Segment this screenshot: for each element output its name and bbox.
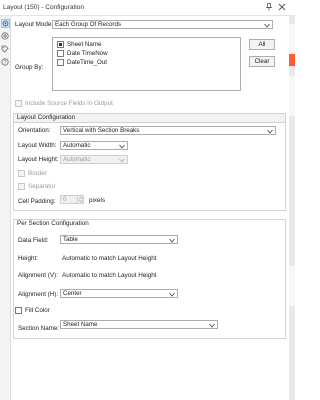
data-field-value: Table	[63, 236, 78, 243]
stepper-arrows-icon	[78, 196, 84, 203]
layout-width-value: Automatic	[63, 142, 91, 149]
side-toolbar: ?	[0, 16, 11, 400]
group-by-item[interactable]: Date TimeNow	[67, 50, 108, 57]
pin-icon[interactable]	[265, 3, 273, 11]
dropdown-caret-icon	[264, 23, 270, 28]
layout-width-label: Layout Width:	[18, 142, 57, 149]
group-by-checkbox[interactable]	[57, 50, 64, 57]
data-field-label: Data Field:	[18, 237, 49, 244]
include-source-label: Include Source Fields in Output	[25, 100, 113, 107]
layout-height-label: Layout Height:	[18, 156, 59, 163]
separator-label: Separator	[28, 183, 56, 190]
clear-button[interactable]: Clear	[249, 56, 275, 67]
canvas-edge-segment	[289, 76, 295, 116]
orientation-value: Vertical with Section Breaks	[63, 127, 140, 134]
group-by-checkbox[interactable]	[57, 59, 64, 66]
title-bar: Layout (150) - Configuration	[0, 0, 295, 16]
include-source-checkbox[interactable]	[15, 100, 22, 107]
cell-padding-unit: pixels	[89, 197, 106, 204]
canvas-edge-segment	[289, 24, 295, 54]
alignment-v-label: Alignment (V):	[18, 272, 58, 279]
stepper-arrows[interactable]	[77, 196, 84, 203]
section-name-dropdown[interactable]: Sheet Name	[60, 320, 218, 329]
height-value: Automatic to match Layout Height	[62, 255, 157, 262]
alignment-h-value: Center	[63, 290, 82, 297]
group-by-label: Group By:	[15, 64, 44, 71]
window-title: Layout (150) - Configuration	[3, 4, 84, 11]
per-section-config-header: Per Section Configuration	[14, 220, 285, 229]
dropdown-caret-icon	[209, 323, 215, 328]
separator-checkbox[interactable]	[18, 183, 25, 190]
fill-color-checkbox[interactable]	[15, 307, 22, 314]
dropdown-caret-icon	[119, 144, 125, 149]
help-icon[interactable]: ?	[1, 58, 10, 67]
canvas-edge-segment	[289, 266, 295, 306]
height-label: Height:	[18, 255, 38, 262]
fill-color-label: Fill Color	[25, 307, 50, 314]
wrench-icon[interactable]	[1, 32, 10, 41]
dropdown-caret-icon	[169, 238, 175, 243]
section-name-label: Section Name:	[18, 325, 60, 332]
orientation-label: Orientation:	[18, 127, 51, 134]
border-label: Border	[28, 170, 47, 177]
dropdown-caret-icon	[267, 129, 273, 134]
group-by-item[interactable]: Sheet Name	[67, 41, 101, 48]
close-icon[interactable]	[278, 3, 286, 11]
group-by-list: Sheet Name Date TimeNow DateTime_Out	[52, 37, 241, 91]
layout-height-value: Automatic	[63, 156, 91, 163]
cell-padding-label: Cell Padding:	[18, 198, 56, 205]
alignment-h-label: Alignment (H):	[18, 291, 59, 298]
dropdown-caret-icon	[119, 158, 125, 163]
tag-icon[interactable]	[1, 45, 10, 54]
layout-mode-dropdown[interactable]: Each Group Of Records	[52, 20, 273, 29]
group-by-checkbox[interactable]	[57, 41, 64, 48]
layout-config-header: Layout Configuration	[14, 114, 285, 123]
layout-mode-value: Each Group Of Records	[55, 21, 122, 28]
layout-height-dropdown[interactable]: Automatic	[60, 155, 128, 164]
cell-padding-stepper[interactable]: 0	[60, 195, 84, 204]
alignment-v-value: Automatic to match Layout Height	[62, 272, 157, 279]
data-field-dropdown[interactable]: Table	[60, 235, 178, 244]
section-name-value: Sheet Name	[63, 321, 98, 328]
config-icon[interactable]	[1, 19, 10, 28]
orientation-dropdown[interactable]: Vertical with Section Breaks	[60, 126, 276, 135]
all-button[interactable]: All	[249, 39, 275, 50]
cell-padding-value: 0	[63, 196, 67, 203]
svg-text:?: ?	[4, 60, 7, 66]
alignment-h-dropdown[interactable]: Center	[60, 289, 178, 298]
border-checkbox[interactable]	[18, 170, 25, 177]
highlight-strip	[289, 54, 295, 66]
dropdown-caret-icon	[169, 292, 175, 297]
group-by-item[interactable]: DateTime_Out	[67, 59, 107, 66]
canvas-edge	[289, 16, 295, 400]
layout-width-dropdown[interactable]: Automatic	[60, 141, 128, 150]
layout-mode-label: Layout Mode:	[15, 21, 54, 28]
